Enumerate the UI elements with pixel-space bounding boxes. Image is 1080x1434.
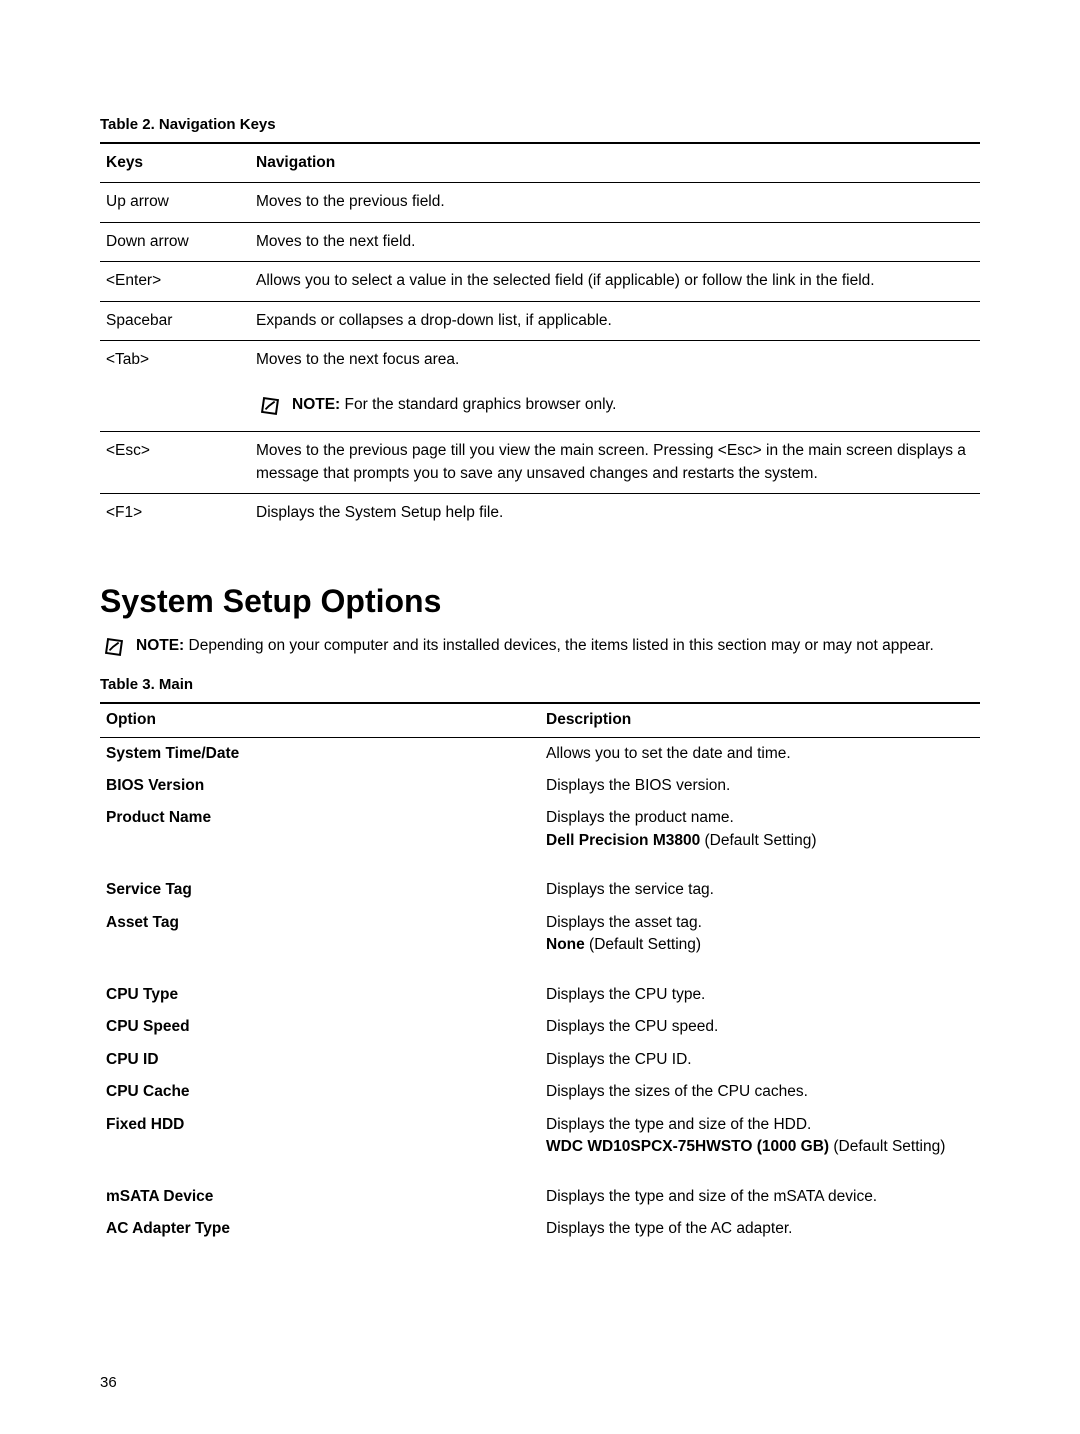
- desc-cell: Displays the CPU speed.: [540, 1011, 980, 1043]
- note-text: NOTE: For the standard graphics browser …: [292, 394, 974, 416]
- table-row: <Enter> Allows you to select a value in …: [100, 262, 980, 301]
- option-cell: CPU ID: [100, 1044, 540, 1076]
- option-cell: AC Adapter Type: [100, 1213, 540, 1245]
- note-label: NOTE:: [292, 396, 340, 413]
- table-row: Up arrow Moves to the previous field.: [100, 183, 980, 222]
- desc-cell: Displays the System Setup help file.: [250, 493, 980, 532]
- main-table: Option Description System Time/Date Allo…: [100, 702, 980, 1246]
- desc-cell: Displays the type and size of the mSATA …: [540, 1164, 980, 1213]
- table-row: CPU ID Displays the CPU ID.: [100, 1044, 980, 1076]
- table-row: CPU Cache Displays the sizes of the CPU …: [100, 1076, 980, 1108]
- option-cell: Fixed HDD: [100, 1109, 540, 1164]
- option-cell: CPU Type: [100, 962, 540, 1011]
- col-navigation: Navigation: [250, 143, 980, 183]
- option-cell: CPU Speed: [100, 1011, 540, 1043]
- key-cell: <Tab>: [100, 341, 250, 380]
- desc-line: Displays the asset tag.: [546, 914, 702, 931]
- table-row: NOTE: For the standard graphics browser …: [100, 380, 980, 432]
- desc-cell: Moves to the next field.: [250, 222, 980, 261]
- table-row: mSATA Device Displays the type and size …: [100, 1164, 980, 1213]
- table-row: Fixed HDD Displays the type and size of …: [100, 1109, 980, 1164]
- table3-caption: Table 3. Main: [100, 674, 980, 696]
- table-row: System Time/Date Allows you to set the d…: [100, 737, 980, 770]
- table-row: <F1> Displays the System Setup help file…: [100, 493, 980, 532]
- key-cell: Up arrow: [100, 183, 250, 222]
- table-row: <Tab> Moves to the next focus area.: [100, 341, 980, 380]
- table-row: Product Name Displays the product name. …: [100, 802, 980, 857]
- table-row: Spacebar Expands or collapses a drop-dow…: [100, 301, 980, 340]
- desc-suffix: (Default Setting): [700, 832, 816, 849]
- note-body: For the standard graphics browser only.: [345, 396, 617, 413]
- desc-suffix: (Default Setting): [585, 936, 701, 953]
- option-cell: mSATA Device: [100, 1164, 540, 1213]
- table-row: <Esc> Moves to the previous page till yo…: [100, 432, 980, 494]
- desc-cell: Moves to the previous field.: [250, 183, 980, 222]
- note-icon: [260, 396, 280, 423]
- option-cell: CPU Cache: [100, 1076, 540, 1108]
- col-keys: Keys: [100, 143, 250, 183]
- desc-line: Displays the product name.: [546, 809, 734, 826]
- desc-cell: Displays the asset tag. None (Default Se…: [540, 907, 980, 962]
- desc-cell: Displays the BIOS version.: [540, 770, 980, 802]
- table-row: AC Adapter Type Displays the type of the…: [100, 1213, 980, 1245]
- desc-cell: Allows you to set the date and time.: [540, 737, 980, 770]
- page-number: 36: [100, 1372, 117, 1394]
- key-cell: Down arrow: [100, 222, 250, 261]
- desc-cell: Moves to the previous page till you view…: [250, 432, 980, 494]
- desc-cell: Displays the type of the AC adapter.: [540, 1213, 980, 1245]
- desc-cell: Displays the CPU type.: [540, 962, 980, 1011]
- desc-cell: Moves to the next focus area.: [250, 341, 980, 380]
- option-cell: System Time/Date: [100, 737, 540, 770]
- note-label: NOTE:: [136, 637, 184, 654]
- col-description: Description: [540, 703, 980, 737]
- desc-cell: Allows you to select a value in the sele…: [250, 262, 980, 301]
- note-body: Depending on your computer and its insta…: [189, 637, 934, 654]
- table-row: CPU Speed Displays the CPU speed.: [100, 1011, 980, 1043]
- table2-caption: Table 2. Navigation Keys: [100, 114, 980, 136]
- option-cell: Asset Tag: [100, 907, 540, 962]
- col-option: Option: [100, 703, 540, 737]
- desc-cell: Displays the product name. Dell Precisio…: [540, 802, 980, 857]
- desc-cell: Displays the CPU ID.: [540, 1044, 980, 1076]
- table-row: Down arrow Moves to the next field.: [100, 222, 980, 261]
- key-cell: <Esc>: [100, 432, 250, 494]
- desc-line: Displays the type and size of the HDD.: [546, 1116, 811, 1133]
- key-cell: [100, 380, 250, 432]
- desc-cell: Displays the sizes of the CPU caches.: [540, 1076, 980, 1108]
- table-row: BIOS Version Displays the BIOS version.: [100, 770, 980, 802]
- option-cell: Product Name: [100, 802, 540, 857]
- desc-bold: Dell Precision M3800: [546, 832, 700, 849]
- key-cell: <Enter>: [100, 262, 250, 301]
- table-row: CPU Type Displays the CPU type.: [100, 962, 980, 1011]
- option-cell: Service Tag: [100, 857, 540, 906]
- desc-cell: Expands or collapses a drop-down list, i…: [250, 301, 980, 340]
- table-row: Asset Tag Displays the asset tag. None (…: [100, 907, 980, 962]
- note-icon: [104, 637, 124, 664]
- desc-bold: WDC WD10SPCX-75HWSTO (1000 GB): [546, 1138, 829, 1155]
- key-cell: Spacebar: [100, 301, 250, 340]
- system-setup-options-heading: System Setup Options: [100, 578, 980, 624]
- key-cell: <F1>: [100, 493, 250, 532]
- desc-cell: Displays the service tag.: [540, 857, 980, 906]
- note-text: NOTE: Depending on your computer and its…: [136, 635, 980, 657]
- desc-cell: NOTE: For the standard graphics browser …: [250, 380, 980, 432]
- navigation-keys-table: Keys Navigation Up arrow Moves to the pr…: [100, 142, 980, 533]
- table-row: Service Tag Displays the service tag.: [100, 857, 980, 906]
- desc-bold: None: [546, 936, 585, 953]
- desc-suffix: (Default Setting): [829, 1138, 945, 1155]
- desc-cell: Displays the type and size of the HDD. W…: [540, 1109, 980, 1164]
- option-cell: BIOS Version: [100, 770, 540, 802]
